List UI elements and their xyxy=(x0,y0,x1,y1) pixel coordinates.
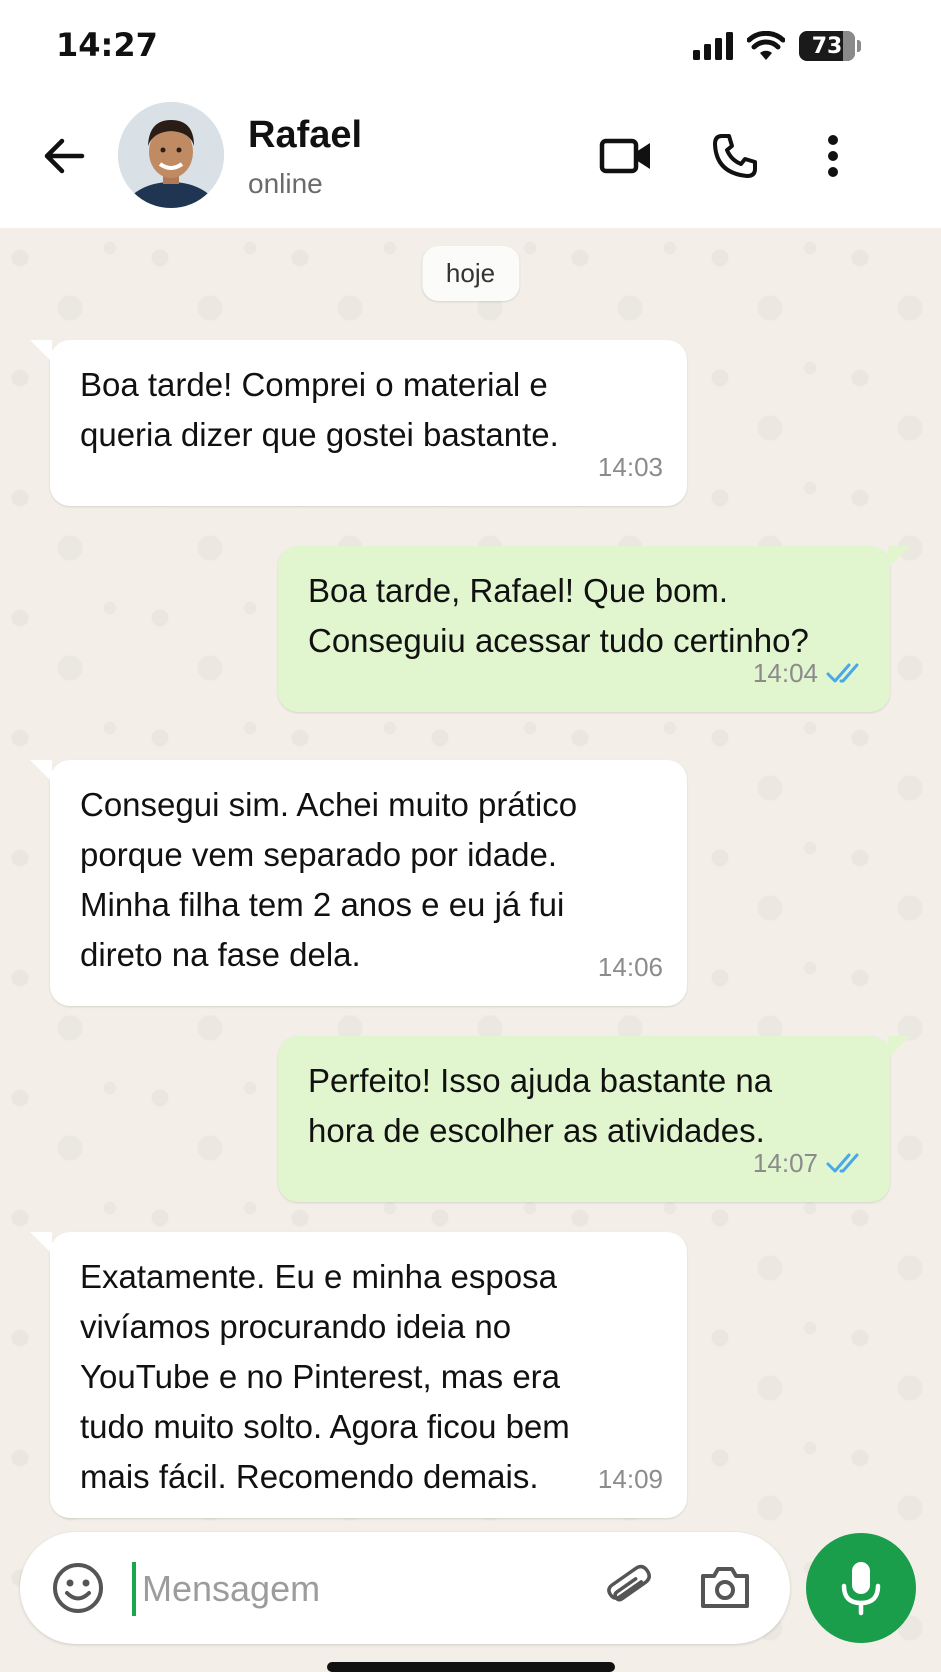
message-outgoing[interactable]: Boa tarde, Rafael! Que bom. Conseguiu ac… xyxy=(278,546,910,712)
wifi-icon xyxy=(747,31,785,60)
status-time: 14:27 xyxy=(56,26,158,64)
status-bar: 14:27 73 xyxy=(0,0,941,92)
message-time: 14:09 xyxy=(597,1464,663,1494)
avatar-photo xyxy=(118,102,224,208)
voice-call-button[interactable] xyxy=(707,128,763,184)
chat-area[interactable]: hoje Boa tarde! Comprei o material e que… xyxy=(0,228,941,1672)
status-icons: 73 xyxy=(693,28,861,64)
message-input[interactable] xyxy=(142,1560,562,1618)
home-indicator xyxy=(327,1662,615,1672)
message-time: 14:07 xyxy=(752,1148,818,1178)
avatar[interactable] xyxy=(118,102,224,208)
text-caret xyxy=(132,1562,136,1616)
message-composer xyxy=(20,1532,790,1644)
message-meta: 14:06 xyxy=(598,942,663,992)
attach-clip-icon xyxy=(607,1564,651,1602)
emoji-icon xyxy=(53,1563,103,1613)
battery-tip xyxy=(857,40,861,52)
battery-level: 73 xyxy=(811,33,843,59)
message-incoming[interactable]: Boa tarde! Comprei o material e queria d… xyxy=(30,340,687,506)
message-text: Boa tarde! Comprei o material e queria d… xyxy=(80,366,559,453)
attach-button[interactable] xyxy=(600,1558,660,1618)
date-chip: hoje xyxy=(421,246,520,301)
message-meta: 14:04 xyxy=(753,648,866,698)
back-button[interactable] xyxy=(40,132,88,180)
contact-status: online xyxy=(248,168,323,199)
chat-header: Rafael online xyxy=(0,92,941,228)
microphone-button[interactable] xyxy=(806,1533,916,1643)
emoji-button[interactable] xyxy=(48,1558,108,1618)
message-time: 14:06 xyxy=(597,952,663,982)
message-text: Consegui sim. Achei muito prático porque… xyxy=(80,786,578,973)
video-call-button[interactable] xyxy=(598,128,654,184)
message-incoming[interactable]: Consegui sim. Achei muito prático porque… xyxy=(30,760,687,1006)
message-meta: 14:07 xyxy=(753,1138,866,1188)
message-time: 14:04 xyxy=(752,658,818,688)
phone-call-icon xyxy=(713,134,757,178)
message-text: Exatamente. Eu e minha esposa vivíamos p… xyxy=(80,1258,570,1495)
video-call-icon xyxy=(599,138,650,174)
camera-button[interactable] xyxy=(695,1558,755,1618)
more-options-icon xyxy=(828,135,838,177)
double-check-read-icon xyxy=(826,663,859,683)
signal-icon xyxy=(693,32,733,60)
message-incoming[interactable]: Exatamente. Eu e minha esposa vivíamos p… xyxy=(30,1232,687,1518)
message-time: 14:03 xyxy=(597,452,663,482)
message-meta: 14:03 xyxy=(598,442,663,492)
microphone-icon xyxy=(841,1562,881,1616)
camera-icon xyxy=(701,1567,749,1608)
back-arrow-icon xyxy=(44,138,85,174)
message-outgoing[interactable]: Perfeito! Isso ajuda bastante na hora de… xyxy=(278,1036,910,1202)
more-options-button[interactable] xyxy=(805,128,861,184)
battery-icon: 73 xyxy=(799,31,855,61)
double-check-read-icon xyxy=(826,1153,859,1173)
contact-name[interactable]: Rafael xyxy=(248,114,362,157)
message-meta: 14:09 xyxy=(598,1454,663,1504)
